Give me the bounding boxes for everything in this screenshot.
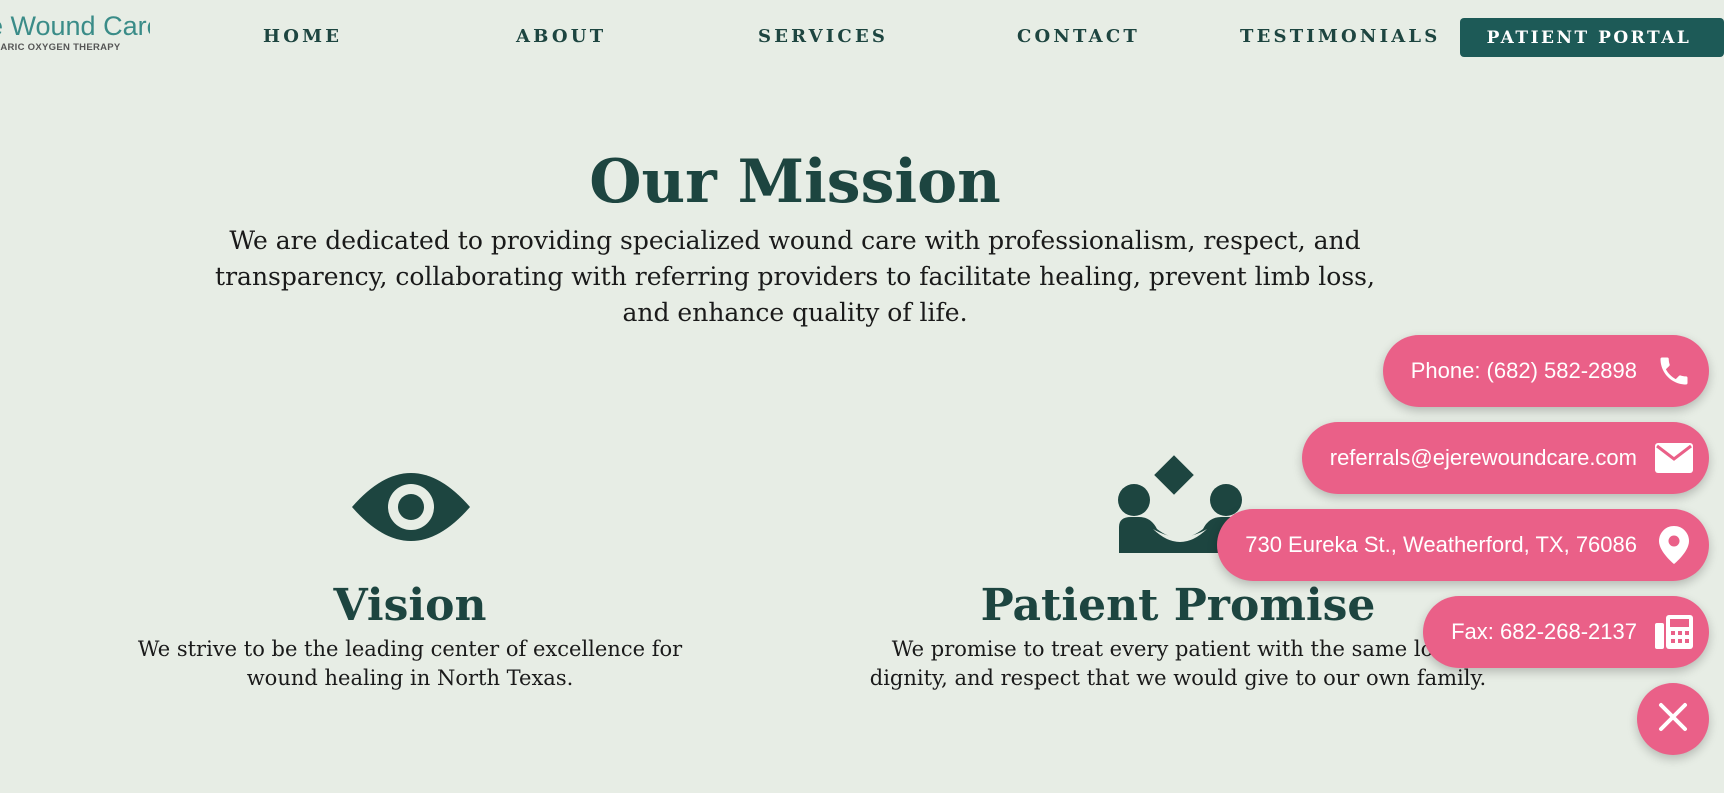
mission-text: We are dedicated to providing specialize… xyxy=(215,226,1375,327)
close-icon xyxy=(1658,702,1688,736)
fax-contact-button[interactable]: Fax: 682-268-2137 xyxy=(1423,596,1709,668)
fax-label: Fax: 682-268-2137 xyxy=(1451,619,1637,644)
map-pin-icon xyxy=(1655,526,1693,564)
address-label: 730 Eureka St., Weatherford, TX, 76086 xyxy=(1245,532,1637,557)
patient-promise-text: We promise to treat every patient with t… xyxy=(869,637,1487,690)
logo[interactable]: e Wound Care RBARIC OXYGEN THERAPY xyxy=(0,10,150,53)
close-contact-widget-button[interactable] xyxy=(1637,683,1709,755)
email-label: referrals@ejerewoundcare.com xyxy=(1329,445,1637,470)
logo-title: e Wound Care xyxy=(0,11,150,41)
phone-contact-button[interactable]: Phone: (682) 582-2898 xyxy=(1382,335,1709,407)
logo-subtitle: RBARIC OXYGEN THERAPY xyxy=(0,42,121,53)
nav-home[interactable]: HOME xyxy=(263,26,342,47)
email-contact-button[interactable]: referrals@ejerewoundcare.com xyxy=(1301,422,1709,494)
patient-portal-button[interactable]: PATIENT PORTAL xyxy=(1460,18,1724,57)
nav-services[interactable]: SERVICES xyxy=(758,26,888,47)
address-contact-button[interactable]: 730 Eureka St., Weatherford, TX, 76086 xyxy=(1217,509,1709,581)
phone-label: Phone: (682) 582-2898 xyxy=(1410,358,1637,383)
nav-contact[interactable]: CONTACT xyxy=(1017,26,1140,47)
envelope-icon xyxy=(1655,439,1693,477)
nav-about[interactable]: ABOUT xyxy=(516,26,606,47)
fax-icon xyxy=(1655,613,1693,651)
mission-title: Our Mission xyxy=(589,147,1001,217)
vision-text: We strive to be the leading center of ex… xyxy=(137,637,683,690)
phone-icon xyxy=(1655,352,1693,390)
nav-testimonials[interactable]: TESTIMONIALS xyxy=(1240,26,1440,47)
vision-title: Vision xyxy=(333,580,487,631)
eye-icon xyxy=(350,465,472,553)
